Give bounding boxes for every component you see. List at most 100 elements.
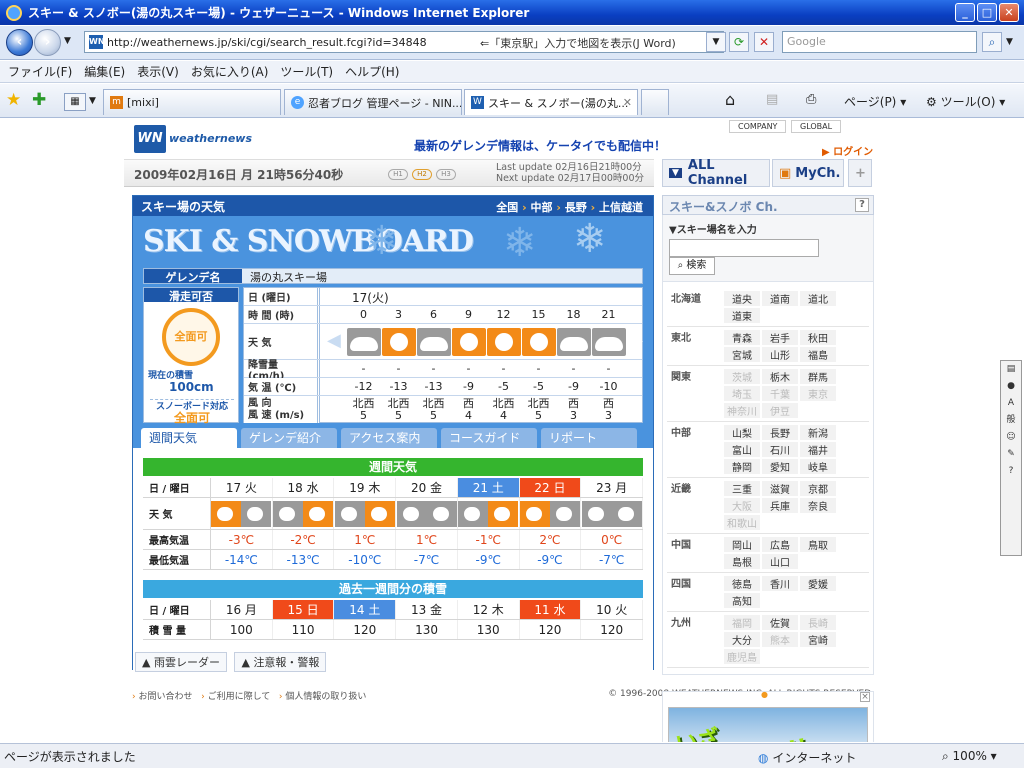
prefecture-link[interactable]: 大阪 [724,498,760,513]
prefecture-link[interactable]: 青森 [724,330,760,345]
prefecture-link[interactable]: 三重 [724,481,760,496]
contact-link[interactable]: › お問い合わせ [132,692,193,702]
mych-button[interactable]: ▣ MyCh. [772,159,844,187]
prefecture-link[interactable]: 富山 [724,442,760,457]
prefecture-link[interactable]: 福井 [800,442,836,457]
rain-radar-link[interactable]: ▲ 雨雲レーダー [135,652,227,672]
region-name[interactable]: 九州 [667,614,723,665]
prefecture-link[interactable]: 京都 [800,481,836,496]
page-menu[interactable]: ページ(P) ▾ [844,93,906,110]
prefecture-link[interactable]: 道南 [762,291,798,306]
h2-badge[interactable]: H2 [412,169,432,180]
h1-badge[interactable]: H1 [388,169,408,180]
prefecture-link[interactable]: 愛媛 [800,576,836,591]
maximize-button[interactable]: □ [977,3,997,22]
breadcrumb-nagano[interactable]: 長野 [565,201,587,214]
tools-menu[interactable]: ⚙ ツール(O) ▾ [926,93,1005,110]
region-name[interactable]: 関東 [667,368,723,419]
stop-icon[interactable]: ✕ [754,32,774,52]
search-options-icon[interactable]: ▼ [1006,37,1013,47]
prefecture-link[interactable]: 道央 [724,291,760,306]
global-link[interactable]: GLOBAL [791,120,842,133]
url-field[interactable]: WN http://weathernews.jp/ski/cgi/search_… [84,31,724,53]
prefecture-link[interactable]: 山口 [762,554,798,569]
region-name[interactable]: 四国 [667,575,723,609]
prefecture-link[interactable]: 静岡 [724,459,760,474]
prefecture-link[interactable]: 岩手 [762,330,798,345]
banner-close-icon[interactable]: × [860,692,870,702]
home-icon[interactable]: ⌂ [725,90,735,109]
prefecture-link[interactable]: 佐賀 [762,615,798,630]
favorites-star-icon[interactable]: ★ [6,90,21,110]
prefecture-link[interactable]: 和歌山 [724,515,760,530]
tab-weathernews[interactable]: W スキー & スノボー(湯の丸... ✕ [464,89,638,115]
language-bar[interactable]: ▤ ● A 般 ☺ ✎? [1000,360,1022,556]
h3-badge[interactable]: H3 [436,169,456,180]
prefecture-link[interactable]: 新潟 [800,425,836,440]
refresh-icon[interactable]: ⟳ [729,32,749,52]
prefecture-link[interactable]: 高知 [724,593,760,608]
add-favorites-icon[interactable]: ✚ [32,90,46,110]
prefecture-link[interactable]: 千葉 [762,386,798,401]
all-channel-button[interactable]: ▼ ALL Channel [662,158,770,188]
tab-ninja-blog[interactable]: e 忍者ブログ 管理ページ - NIN... [284,89,462,115]
prefecture-link[interactable]: 栃木 [762,369,798,384]
menu-favorites[interactable]: お気に入り(A) [191,63,269,80]
prev-arrow-icon[interactable]: ◀ [327,330,341,351]
ski-banner[interactable]: いざ ゲレンデへ!! [668,707,868,742]
prefecture-link[interactable]: 熊本 [762,632,798,647]
terms-link[interactable]: › ご利用に際して [201,692,270,702]
prefecture-link[interactable]: 長野 [762,425,798,440]
prefecture-link[interactable]: 香川 [762,576,798,591]
region-name[interactable]: 東北 [667,329,723,363]
prefecture-link[interactable]: 宮崎 [800,632,836,647]
tab-mixi[interactable]: m [mixi] [103,89,281,115]
tab-course-guide[interactable]: コースガイド [441,428,537,448]
prefecture-link[interactable]: 長崎 [800,615,836,630]
prefecture-link[interactable]: 山梨 [724,425,760,440]
company-link[interactable]: COMPANY [729,120,787,133]
prefecture-link[interactable]: 愛知 [762,459,798,474]
prefecture-link[interactable]: 道北 [800,291,836,306]
breadcrumb-national[interactable]: 全国 [496,201,518,214]
tab-report[interactable]: リポート [541,428,637,448]
menu-file[interactable]: ファイル(F) [8,63,72,80]
prefecture-link[interactable]: 山形 [762,347,798,362]
add-channel-button[interactable]: + [848,159,872,187]
weathernews-logo[interactable]: WN weathernews [134,125,252,153]
region-name[interactable]: 中部 [667,424,723,475]
region-name[interactable]: 北海道 [667,290,723,324]
prefecture-link[interactable]: 兵庫 [762,498,798,513]
breadcrumb-chubu[interactable]: 中部 [531,201,553,214]
menu-edit[interactable]: 編集(E) [84,63,125,80]
prefecture-link[interactable]: 石川 [762,442,798,457]
zoom-level[interactable]: ⌕ 100% ▾ [942,749,997,764]
tab-access[interactable]: アクセス案内 [341,428,437,448]
search-input[interactable]: Google [782,31,977,53]
prefecture-link[interactable]: 岐阜 [800,459,836,474]
tab-close-icon[interactable]: ✕ [623,96,632,109]
prefecture-link[interactable]: 福岡 [724,615,760,630]
mobile-promo[interactable]: 最新のゲレンデ情報は、ケータイでも配信中！ [414,137,666,154]
tab-list-dropdown-icon[interactable]: ▼ [89,96,96,106]
minimize-button[interactable]: _ [955,3,975,22]
prefecture-link[interactable]: 茨城 [724,369,760,384]
breadcrumb-joshinetsu[interactable]: 上信越道 [599,201,643,214]
tab-weekly-weather[interactable]: 週間天気 [141,428,237,448]
resort-search-button[interactable]: ⌕ 検索 [669,257,715,275]
prefecture-link[interactable]: 奈良 [800,498,836,513]
next-arrow-icon[interactable]: ▶ [629,330,643,351]
resort-search-input[interactable] [669,239,819,257]
quick-tabs-icon[interactable]: ▦ [64,93,86,111]
prefecture-link[interactable]: 滋賀 [762,481,798,496]
print-icon[interactable]: ⎙ [806,92,816,107]
region-name[interactable]: 中国 [667,536,723,570]
prefecture-link[interactable]: 大分 [724,632,760,647]
prefecture-link[interactable]: 東京 [800,386,836,401]
prefecture-link[interactable]: 道東 [724,308,760,323]
warnings-link[interactable]: ▲ 注意報・警報 [234,652,327,672]
tab-slope-info[interactable]: ゲレンデ紹介 [241,428,337,448]
prefecture-link[interactable]: 広島 [762,537,798,552]
privacy-link[interactable]: › 個人情報の取り扱い [279,692,367,702]
prefecture-link[interactable]: 鹿児島 [724,649,760,664]
